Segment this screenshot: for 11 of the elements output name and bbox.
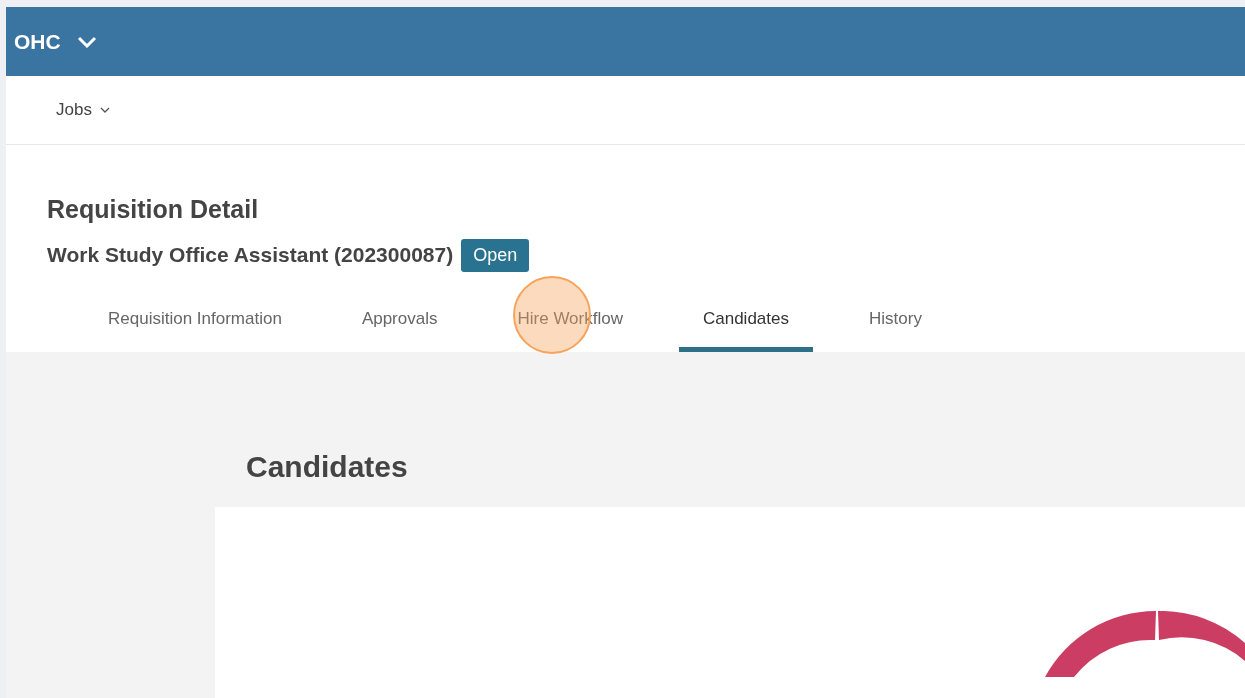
page-title: Requisition Detail xyxy=(47,194,260,225)
tab[interactable]: History xyxy=(845,297,946,352)
org-menu[interactable]: OHC xyxy=(14,25,97,58)
chevron-down-icon xyxy=(99,107,110,113)
section-title: Candidates xyxy=(246,449,409,485)
tab[interactable]: Requisition Information xyxy=(84,297,306,352)
chevron-down-icon xyxy=(76,35,97,48)
status-badge: Open xyxy=(461,238,530,272)
tab[interactable]: Approvals xyxy=(337,297,462,352)
requisition-title: Work Study Office Assistant (202300087) xyxy=(47,242,454,269)
nav-menu[interactable]: Jobs xyxy=(56,97,110,123)
